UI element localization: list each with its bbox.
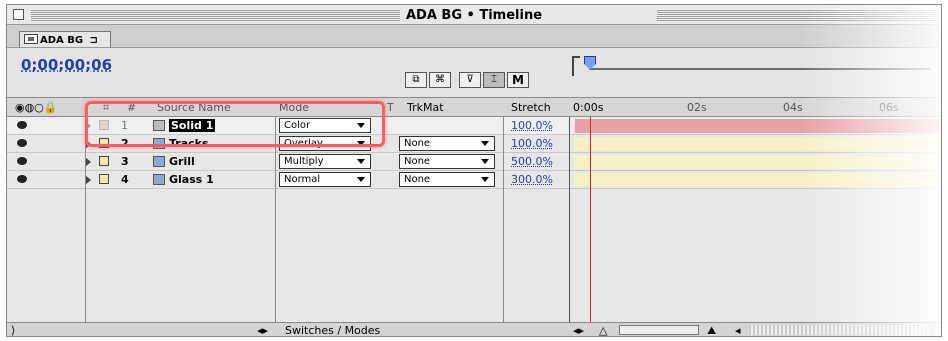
toolbar: 0;00;00;06 ⧉ ⌘ ⊽ ⌶ M xyxy=(7,47,941,97)
stretch-value[interactable]: 100.0% xyxy=(511,137,553,150)
layer-name[interactable]: Grill xyxy=(169,155,195,168)
column-divider xyxy=(85,117,86,322)
highlight-annotation xyxy=(85,101,385,147)
ruler-label: 06s xyxy=(879,101,899,114)
scroll-left-icon[interactable]: ◂ xyxy=(735,324,741,336)
label-color-swatch[interactable] xyxy=(99,156,109,166)
bottom-bar: ⟩ ◂▸ Switches / Modes ◂▸ △ ⛰ ◂ xyxy=(7,322,941,336)
column-divider xyxy=(275,117,276,322)
current-time-indicator[interactable] xyxy=(590,117,591,336)
trkmat-value: None xyxy=(404,174,431,185)
header-stretch[interactable]: Stretch xyxy=(511,101,551,114)
layer-number: 4 xyxy=(121,173,129,186)
layer-row[interactable]: 3 Grill Multiply None 500.0% xyxy=(7,153,941,171)
chevron-down-icon xyxy=(481,159,489,164)
switches-modes-toggle[interactable]: Switches / Modes xyxy=(285,324,380,336)
zoom-in-icon[interactable]: ⛰ xyxy=(707,324,716,336)
navigator-start-bracket[interactable] xyxy=(572,56,580,76)
title-bar[interactable]: ADA BG • Timeline xyxy=(7,5,941,25)
mode-value: Normal xyxy=(284,174,321,185)
trkmat-value: None xyxy=(404,156,431,167)
layer-duration-bar[interactable] xyxy=(575,173,941,187)
column-divider xyxy=(569,117,570,322)
eye-icon[interactable] xyxy=(17,139,27,147)
ruler-label: 04s xyxy=(783,101,803,114)
layer-duration-bar[interactable] xyxy=(575,119,941,133)
stretch-value[interactable]: 100.0% xyxy=(511,119,553,132)
ruler-label: 02s xyxy=(687,101,707,114)
resize-grip-icon[interactable]: ⟩ xyxy=(11,324,15,336)
header-t[interactable]: T xyxy=(387,101,394,114)
layer-list: 1 Solid 1 Color 100.0% 2 Tracks Overlay … xyxy=(7,117,941,322)
trkmat-dropdown[interactable]: None xyxy=(399,172,495,187)
toggle-arrows-icon[interactable]: ◂▸ xyxy=(573,324,584,336)
timeline-window: ADA BG • Timeline ADA BG ⊐ 0;00;00;06 ⧉ … xyxy=(6,4,942,337)
ruler-label: 0:00s xyxy=(573,101,604,114)
time-navigator[interactable] xyxy=(570,54,930,94)
tab-composition[interactable]: ADA BG ⊐ xyxy=(19,31,111,48)
eye-icon[interactable] xyxy=(17,157,27,165)
motion-blur-icon[interactable]: M xyxy=(507,72,529,88)
footage-icon xyxy=(153,174,165,185)
mode-dropdown[interactable]: Multiply xyxy=(279,154,371,169)
eye-icon[interactable] xyxy=(17,175,27,183)
stretch-value[interactable]: 500.0% xyxy=(511,155,553,168)
flowchart-icon[interactable]: ⌘ xyxy=(429,72,451,88)
av-switches-icon[interactable]: ◉◍○🔒 xyxy=(15,101,58,114)
chevron-down-icon xyxy=(481,141,489,146)
layer-row[interactable]: 4 Glass 1 Normal None 300.0% xyxy=(7,171,941,189)
mode-dropdown[interactable]: Normal xyxy=(279,172,371,187)
footage-icon xyxy=(153,156,165,167)
layer-duration-bar[interactable] xyxy=(575,137,941,151)
trkmat-dropdown[interactable]: None xyxy=(399,154,495,169)
column-divider xyxy=(503,117,504,322)
header-trkmat[interactable]: TrkMat xyxy=(407,101,444,114)
trkmat-value: None xyxy=(404,138,431,149)
frame-blending-icon[interactable]: ⌶ xyxy=(483,72,505,88)
tab-row: ADA BG ⊐ xyxy=(7,25,941,48)
chevron-down-icon xyxy=(357,177,365,182)
label-color-swatch[interactable] xyxy=(99,174,109,184)
composition-icon xyxy=(24,34,38,44)
eye-icon[interactable] xyxy=(17,121,27,129)
trkmat-dropdown[interactable]: None xyxy=(399,136,495,151)
layer-number: 3 xyxy=(121,155,129,168)
zoom-slider[interactable] xyxy=(619,325,699,335)
stretch-value[interactable]: 300.0% xyxy=(511,173,553,186)
current-time-display[interactable]: 0;00;00;06 xyxy=(21,56,112,74)
mode-value: Multiply xyxy=(284,156,324,167)
navigator-track[interactable] xyxy=(590,68,930,70)
toggle-arrows-icon[interactable]: ◂▸ xyxy=(257,324,268,336)
shy-layers-icon[interactable]: ⊽ xyxy=(459,72,481,88)
chevron-down-icon xyxy=(357,159,365,164)
tab-label: ADA BG xyxy=(40,35,84,46)
window-title: ADA BG • Timeline xyxy=(399,8,549,23)
layer-duration-bar[interactable] xyxy=(575,155,941,169)
chevron-down-icon xyxy=(481,177,489,182)
layer-name[interactable]: Glass 1 xyxy=(169,173,214,186)
tab-close-icon[interactable]: ⊐ xyxy=(90,35,98,46)
comp-family-icon[interactable]: ⧉ xyxy=(405,72,427,88)
horizontal-scrollbar[interactable] xyxy=(749,325,929,335)
zoom-out-icon[interactable]: △ xyxy=(599,324,607,336)
